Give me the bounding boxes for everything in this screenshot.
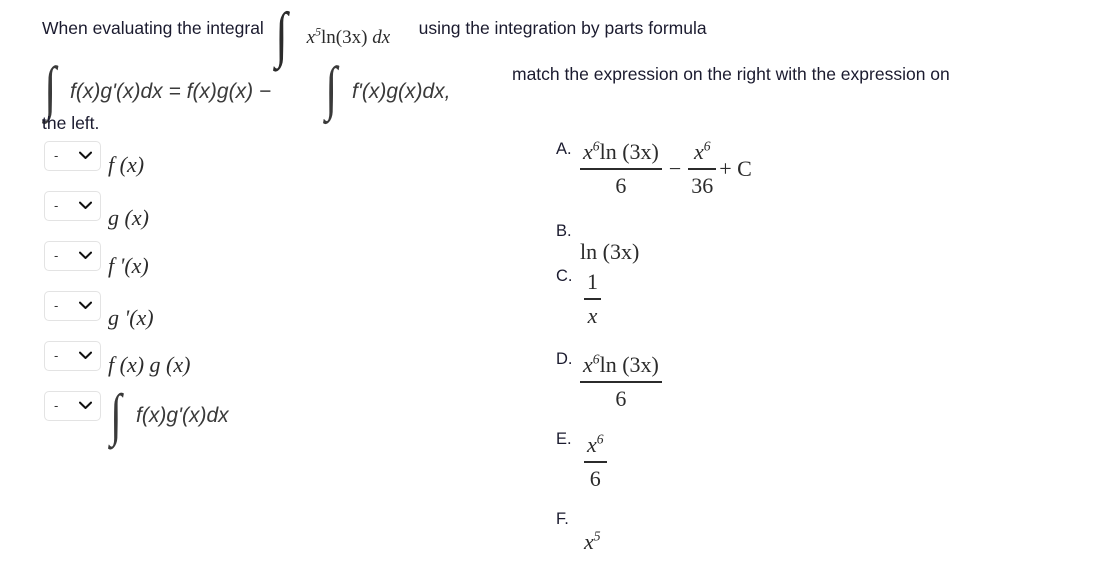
- dropdown-f-times-g[interactable]: -: [44, 341, 101, 371]
- chevron-down-icon: [79, 151, 92, 160]
- option-f-expression: x5: [584, 529, 601, 555]
- num-log: ln (3x): [599, 139, 659, 164]
- option-c-letter: C.: [556, 267, 573, 285]
- num-exponent: 6: [703, 138, 711, 154]
- option-e-letter: E.: [556, 430, 572, 448]
- fraction-bar: [584, 298, 601, 300]
- fraction-2-numerator: x6: [688, 139, 716, 165]
- label-f-prime-of-x: f '(x): [108, 253, 149, 278]
- option-b-letter: B.: [556, 222, 572, 240]
- fraction-2-denominator: 36: [691, 172, 714, 198]
- label-f-times-g: f (x) g (x): [108, 352, 191, 377]
- option-e-expression: x6 6: [584, 432, 607, 492]
- fraction-denominator: 6: [589, 465, 601, 491]
- dropdown-value: -: [54, 298, 59, 313]
- ibp-integral-symbol-1: ∫: [44, 55, 57, 121]
- integral-symbol: ∫: [110, 382, 122, 447]
- chevron-down-icon: [79, 201, 92, 210]
- fraction-numerator: x6: [584, 432, 607, 458]
- option-b-log: ln (3x): [580, 239, 640, 264]
- fraction: 1 x: [584, 269, 601, 329]
- ibp-segment-a: f(x)g'(x)dx = f(x)g(x) −: [70, 80, 272, 103]
- fraction-1: x6ln (3x) 6: [580, 139, 662, 199]
- num-log: ln (3x): [599, 352, 659, 377]
- fraction-bar: [688, 168, 717, 170]
- integral-symbol: ∫: [275, 1, 288, 69]
- option-c-expression: 1 x: [584, 269, 601, 329]
- label-g-prime-of-x: g '(x): [108, 305, 154, 330]
- dropdown-g-of-x[interactable]: -: [44, 191, 101, 221]
- num-base: x: [583, 352, 593, 377]
- log-argument: (3x): [335, 27, 368, 48]
- option-d-expression: x6ln (3x) 6: [580, 352, 662, 412]
- fraction-1-denominator: 6: [615, 172, 627, 198]
- num-exponent: 6: [592, 138, 600, 154]
- ibp-segment-b: f'(x)g(x)dx,: [352, 80, 451, 103]
- dropdown-value: -: [54, 248, 59, 263]
- integration-by-parts-formula: ∫ f(x)g'(x)dx = f(x)g(x) − ∫ f'(x)g(x)dx…: [42, 58, 512, 118]
- dropdown-value: -: [54, 148, 59, 163]
- fraction-numerator: x6ln (3x): [580, 352, 662, 378]
- prompt-text-part3: match the expression on the right with t…: [512, 64, 950, 85]
- num-base: x: [693, 139, 704, 164]
- option-b-expression: ln (3x): [580, 239, 639, 265]
- dropdown-f-prime-of-x[interactable]: -: [44, 241, 101, 271]
- fraction-numerator: 1: [587, 269, 598, 294]
- dropdown-f-of-x[interactable]: -: [44, 141, 101, 171]
- fraction-denominator: x: [587, 302, 598, 328]
- integral-fg-body: f(x)g'(x)dx: [136, 404, 229, 427]
- prompt-text-part2: using the integration by parts formula: [418, 18, 707, 39]
- differential: dx: [372, 27, 391, 48]
- label-f-of-x: f (x): [108, 152, 145, 177]
- dropdown-integral-fg[interactable]: -: [44, 391, 101, 421]
- option-f-letter: F.: [556, 510, 569, 528]
- prompt-text-part1: When evaluating the integral: [42, 18, 269, 39]
- num-base: x: [583, 139, 593, 164]
- exponent: 5: [593, 528, 601, 544]
- fraction-bar: [580, 168, 662, 170]
- chevron-down-icon: [79, 251, 92, 260]
- fraction-2: x6 36: [688, 139, 717, 199]
- integral-body: x5ln(3x) dx: [306, 26, 391, 48]
- integral-expression: ∫ x5ln(3x) dx: [269, 4, 419, 70]
- fraction: x6 6: [584, 432, 607, 492]
- chevron-down-icon: [79, 301, 92, 310]
- num-exponent: 6: [592, 351, 600, 367]
- option-a-expression: x6ln (3x) 6 − x6 36 + C: [580, 139, 759, 199]
- fraction-1-numerator: x6ln (3x): [580, 139, 662, 165]
- fraction-bar: [584, 461, 607, 463]
- num-base: x: [587, 432, 597, 457]
- log-name: ln: [321, 27, 336, 48]
- dropdown-value: -: [54, 348, 59, 363]
- num-exponent: 6: [596, 431, 604, 447]
- option-a-letter: A.: [556, 140, 572, 158]
- prompt-line-3: the left.: [42, 113, 100, 133]
- chevron-down-icon: [79, 351, 92, 360]
- prompt-line-2: ∫ f(x)g'(x)dx = f(x)g(x) − ∫ f'(x)g(x)dx…: [42, 58, 950, 118]
- dropdown-g-prime-of-x[interactable]: -: [44, 291, 101, 321]
- option-a-tail: + C: [719, 155, 752, 181]
- dropdown-value: -: [54, 198, 59, 213]
- option-d-letter: D.: [556, 350, 573, 368]
- minus-operator: −: [668, 155, 682, 181]
- label-g-of-x: g (x): [108, 205, 149, 230]
- ibp-integral-symbol-2: ∫: [325, 55, 338, 121]
- integrand-base: x: [306, 27, 316, 48]
- fraction-bar: [580, 381, 662, 383]
- dropdown-value: -: [54, 398, 59, 413]
- fraction-denominator: 6: [615, 385, 627, 411]
- base: x: [584, 529, 594, 554]
- prompt-line-1: When evaluating the integral ∫ x5ln(3x) …: [42, 4, 707, 70]
- fraction: x6ln (3x) 6: [580, 352, 662, 412]
- chevron-down-icon: [79, 401, 92, 410]
- prompt-text-part4: the left.: [42, 113, 100, 133]
